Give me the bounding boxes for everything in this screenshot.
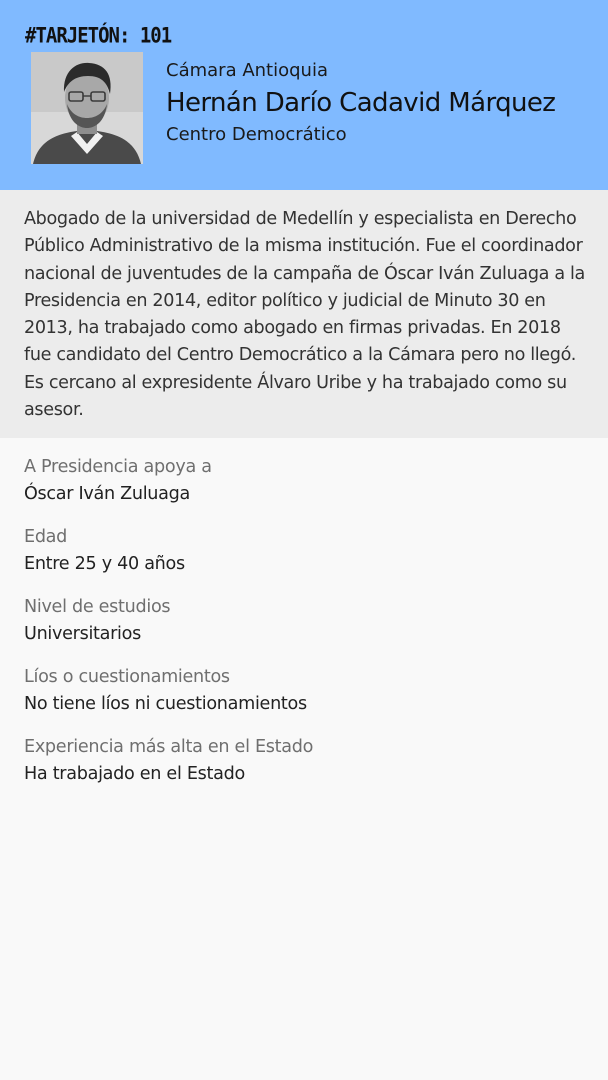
candidate-photo: [31, 52, 143, 164]
detail-value: Ha trabajado en el Estado: [24, 764, 245, 784]
detail-label: A Presidencia apoya a: [24, 457, 212, 477]
detail-label: Líos o cuestionamientos: [24, 667, 230, 687]
candidate-bio-text: Abogado de la universidad de Medellín y …: [24, 209, 585, 421]
ballot-number-tag: #TARJETÓN: 101: [25, 24, 172, 49]
detail-item-presidency: A Presidencia apoya a Óscar Iván Zuluaga: [24, 454, 584, 524]
detail-item-education: Nivel de estudios Universitarios: [24, 594, 584, 664]
detail-label: Edad: [24, 527, 68, 547]
party-label: Centro Democrático: [166, 124, 347, 145]
detail-item-controversies: Líos o cuestionamientos No tiene líos ni…: [24, 664, 584, 734]
candidate-bio-section: Abogado de la universidad de Medellín y …: [0, 190, 608, 438]
candidate-header: #TARJETÓN: 101 Cámara Antioquia Hernán D…: [0, 0, 608, 190]
detail-item-age: Edad Entre 25 y 40 años: [24, 524, 584, 594]
detail-label: Experiencia más alta en el Estado: [24, 737, 314, 757]
detail-label: Nivel de estudios: [24, 597, 171, 617]
candidate-name: Hernán Darío Cadavid Márquez: [166, 88, 556, 118]
detail-value: Óscar Iván Zuluaga: [24, 484, 190, 504]
candidate-portrait-icon: [31, 52, 143, 164]
candidate-details-list: A Presidencia apoya a Óscar Iván Zuluaga…: [24, 454, 584, 804]
chamber-label: Cámara Antioquia: [166, 60, 328, 81]
detail-value: Entre 25 y 40 años: [24, 554, 185, 574]
detail-value: No tiene líos ni cuestionamientos: [24, 694, 307, 714]
detail-value: Universitarios: [24, 624, 141, 644]
candidate-info: Cámara Antioquia Hernán Darío Cadavid Má…: [166, 58, 596, 148]
detail-item-state-experience: Experiencia más alta en el Estado Ha tra…: [24, 734, 584, 804]
